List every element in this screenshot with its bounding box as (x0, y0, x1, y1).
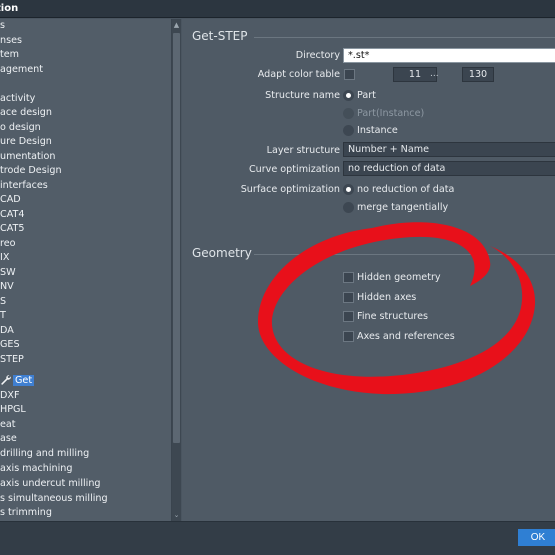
tree-item[interactable]: CAD (0, 193, 21, 208)
radio-instance[interactable] (343, 125, 354, 136)
structure-name-label: Structure name (265, 90, 340, 101)
window-titlebar: tion (0, 0, 555, 18)
scrollbar-thumb[interactable] (173, 33, 180, 443)
radio-instance-label: Instance (357, 125, 398, 136)
tree-item[interactable]: nses (0, 34, 22, 49)
scroll-up-icon[interactable]: ▲ (173, 21, 180, 29)
radio-merge-tangentially[interactable] (343, 202, 354, 213)
curve-optimization-select[interactable]: no reduction of data (343, 161, 555, 176)
layer-structure-select[interactable]: Number + Name (343, 142, 555, 157)
hidden-axes-checkbox[interactable] (343, 292, 354, 303)
tree-item[interactable]: drilling and milling (0, 447, 89, 462)
tree-item[interactable]: GES (0, 338, 20, 353)
tree-item[interactable]: agement (0, 63, 43, 78)
adapt-color-label: Adapt color table (257, 69, 340, 80)
wrench-icon (1, 375, 11, 385)
tree-scrollbar[interactable]: ▲ ⌄ (172, 19, 181, 521)
radio-part[interactable] (343, 90, 354, 101)
tree-item[interactable]: DXF (0, 389, 19, 404)
hidden-geometry-checkbox[interactable] (343, 272, 354, 283)
fine-structures-checkbox[interactable] (343, 311, 354, 322)
section-title-get-step: Get-STEP (192, 29, 248, 43)
tree-item[interactable]: s simultaneous milling (0, 492, 108, 507)
tree-item[interactable]: activity (0, 92, 35, 107)
tree-item[interactable]: ure Design (0, 135, 52, 150)
tree-item[interactable]: T (0, 309, 6, 324)
adapt-color-checkbox[interactable] (344, 69, 355, 80)
tree-item[interactable]: ase (0, 432, 17, 447)
tree-item[interactable]: CAT5 (0, 222, 24, 237)
radio-part-instance-label: Part(Instance) (357, 108, 425, 119)
section-divider (254, 254, 555, 255)
axes-references-label: Axes and references (357, 331, 455, 342)
settings-panel: Get-STEP Directory *.st* Adapt color tab… (182, 19, 555, 521)
ok-button[interactable]: OK (518, 529, 555, 546)
tree-item-label: Get (13, 375, 35, 386)
curve-optimization-label: Curve optimization (248, 164, 340, 175)
color-max-input[interactable]: 130 (462, 67, 494, 82)
fine-structures-label: Fine structures (357, 311, 429, 322)
dialog-footer (0, 521, 555, 555)
range-separator: ... (430, 69, 439, 79)
directory-label: Directory (295, 50, 340, 61)
radio-part-instance (343, 108, 354, 119)
scroll-down-icon[interactable]: ⌄ (173, 511, 180, 519)
tree-item[interactable]: eat (0, 418, 16, 433)
tree-item[interactable]: trode Design (0, 164, 62, 179)
hidden-geometry-label: Hidden geometry (357, 272, 441, 283)
section-divider (254, 37, 555, 38)
tree-item-get-selected[interactable]: Get (0, 374, 35, 389)
tree-item[interactable]: umentation (0, 150, 55, 165)
surface-optimization-label: Surface optimization (240, 184, 340, 195)
tree-item[interactable]: o design (0, 121, 41, 136)
tree-item[interactable]: DA (0, 324, 14, 339)
axes-references-checkbox[interactable] (343, 331, 354, 342)
radio-no-reduction-label: no reduction of data (357, 184, 455, 195)
tree-item[interactable]: S (0, 295, 6, 310)
tree-item[interactable]: s trimming (0, 506, 52, 521)
tree-item[interactable]: axis machining (0, 462, 72, 477)
tree-item[interactable]: CAT4 (0, 208, 24, 223)
section-title-geometry: Geometry (192, 246, 252, 260)
tree-item[interactable]: NV (0, 280, 14, 295)
layer-structure-label: Layer structure (266, 145, 340, 156)
tree-item[interactable]: axis undercut milling (0, 477, 101, 492)
tree-item[interactable]: SW (0, 266, 16, 281)
tree-item[interactable]: reo (0, 237, 16, 252)
tree-item[interactable]: tem (0, 48, 19, 63)
tree-item[interactable]: s (0, 19, 5, 34)
settings-tree[interactable]: s nses tem agement activity ace design o… (0, 19, 172, 521)
directory-input[interactable]: *.st* (343, 48, 555, 63)
hidden-axes-label: Hidden axes (357, 292, 417, 303)
tree-item[interactable]: ace design (0, 106, 52, 121)
window-title: tion (0, 3, 19, 14)
radio-merge-tangentially-label: merge tangentially (357, 202, 449, 213)
tree-item[interactable]: IX (0, 251, 9, 266)
tree-item[interactable]: STEP (0, 353, 24, 368)
tree-item[interactable]: interfaces (0, 179, 48, 194)
tree-item[interactable]: HPGL (0, 403, 26, 418)
radio-part-label: Part (357, 90, 376, 101)
radio-no-reduction[interactable] (343, 184, 354, 195)
